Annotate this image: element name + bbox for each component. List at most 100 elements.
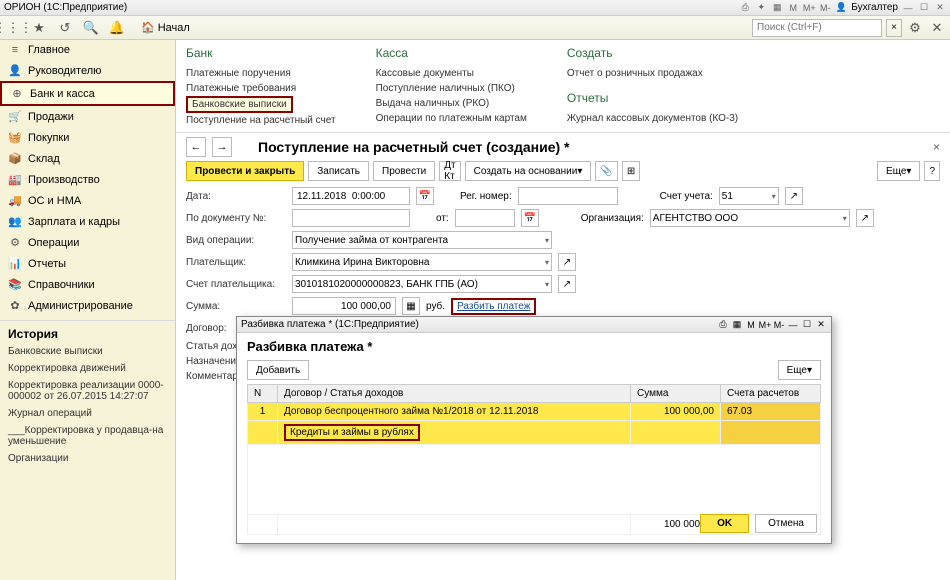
dlg-icon[interactable]: ⎙	[717, 319, 729, 331]
tool-icon[interactable]: ✦	[755, 2, 767, 14]
dlg-icon[interactable]: M+	[759, 319, 771, 331]
row-n[interactable]: 1	[248, 403, 278, 421]
mlink[interactable]: Журнал кассовых документов (КО-3)	[567, 111, 738, 126]
back-button[interactable]: ←	[186, 137, 206, 157]
sidebar-item[interactable]: 📊Отчеты	[0, 253, 175, 274]
mplus-icon[interactable]: M+	[803, 2, 815, 14]
sidebar-item[interactable]: ≡Главное	[0, 40, 175, 60]
gear-icon[interactable]: ⚙	[906, 19, 924, 37]
history-item[interactable]: Корректировка движений	[0, 360, 175, 377]
dlg-icon[interactable]: M	[745, 319, 757, 331]
row-sum[interactable]: 100 000,00	[631, 403, 721, 421]
account-select[interactable]: 51▾	[719, 187, 779, 205]
sidebar-item[interactable]: 🧺Покупки	[0, 127, 175, 148]
dlg-more-button[interactable]: Еще ▾	[778, 360, 821, 380]
mlink[interactable]: Операции по платежным картам	[376, 111, 527, 126]
main-toolbar: ⋮⋮⋮ ★ ↺ 🔍 🔔 🏠 Начал × ⚙ ✕	[0, 16, 950, 40]
more-button[interactable]: Еще ▾	[877, 161, 920, 181]
ok-button[interactable]: OK	[700, 514, 749, 533]
open-icon[interactable]: ↗	[856, 209, 874, 227]
search-clear[interactable]: ×	[886, 19, 902, 37]
bell-icon[interactable]: 🔔	[108, 19, 126, 37]
calendar-icon[interactable]: 📅	[521, 209, 539, 227]
sum-input[interactable]	[292, 297, 396, 315]
history-item[interactable]: Журнал операций	[0, 405, 175, 422]
split-payment-link[interactable]: Разбить платеж	[451, 298, 536, 315]
menu-create: Создать Отчет о розничных продажах Отчет…	[567, 46, 738, 128]
row-acc[interactable]: 67.03	[721, 403, 821, 421]
dlg-icon[interactable]: M-	[773, 319, 785, 331]
mminus-icon[interactable]: M-	[819, 2, 831, 14]
sidebar-item[interactable]: ⊕Банк и касса	[0, 81, 175, 106]
forward-button[interactable]: →	[212, 137, 232, 157]
print-icon[interactable]: ⎙	[739, 2, 751, 14]
mlink[interactable]: Поступление наличных (ПКО)	[376, 81, 527, 96]
zapisat-button[interactable]: Записать	[308, 161, 369, 181]
sidebar-item[interactable]: 📚Справочники	[0, 274, 175, 295]
history-item[interactable]: Корректировка реализации 0000-000002 от …	[0, 377, 175, 405]
home-button[interactable]: 🏠 Начал	[134, 18, 197, 37]
calc-icon[interactable]: ▦	[402, 297, 420, 315]
open-icon[interactable]: ↗	[558, 253, 576, 271]
sidebar-item[interactable]: 🛒Продажи	[0, 106, 175, 127]
sidebar-item[interactable]: 🚚ОС и НМА	[0, 190, 175, 211]
help-button[interactable]: ?	[924, 161, 940, 181]
mlink[interactable]: Поступление на расчетный счет	[186, 113, 336, 128]
calc-icon[interactable]: ▦	[771, 2, 783, 14]
attach-icon[interactable]: 📎	[595, 161, 617, 181]
payer-select[interactable]: Климкина Ирина Викторовна▾	[292, 253, 552, 271]
apps-icon[interactable]: ⋮⋮⋮	[4, 19, 22, 37]
row-dogovor[interactable]: Договор беспроцентного займа №1/2018 от …	[278, 403, 631, 421]
sidebar-item[interactable]: ✿Администрирование	[0, 295, 175, 316]
payer-acc-select[interactable]: 3010181020000000823, БАНК ГПБ (АО)▾	[292, 275, 552, 293]
close-icon[interactable]: ✕	[934, 2, 946, 14]
vid-select[interactable]: Получение займа от контрагента▾	[292, 231, 552, 249]
row-line2[interactable]: Кредиты и займы в рублях	[284, 424, 420, 441]
mlink[interactable]: Платежные поручения	[186, 66, 336, 81]
date-input[interactable]	[292, 187, 410, 205]
calendar-icon[interactable]: 📅	[416, 187, 434, 205]
add-button[interactable]: Добавить	[247, 360, 309, 380]
regnum-input[interactable]	[518, 187, 618, 205]
docnum-input[interactable]	[292, 209, 410, 227]
history-icon[interactable]: ↺	[56, 19, 74, 37]
nav-icon: 🏭	[8, 173, 22, 186]
dlg-icon[interactable]: ▦	[731, 319, 743, 331]
cancel-button[interactable]: Отмена	[755, 514, 817, 533]
minimize-icon[interactable]: —	[902, 2, 914, 14]
history-item[interactable]: ___Корректировка у продавца-на уменьшени…	[0, 422, 175, 450]
sidebar-item[interactable]: ⚙Операции	[0, 232, 175, 253]
dlg-close-icon[interactable]: ✕	[815, 319, 827, 331]
m-icon[interactable]: M	[787, 2, 799, 14]
dt-kt-icon[interactable]: ДтКт	[439, 161, 460, 181]
dialog-window-title: Разбивка платежа * (1С:Предприятие)	[241, 319, 419, 330]
mlink[interactable]: Платежные требования	[186, 81, 336, 96]
sidebar-item[interactable]: 📦Склад	[0, 148, 175, 169]
open-icon[interactable]: ↗	[785, 187, 803, 205]
excel-icon[interactable]: ⊞	[622, 161, 640, 181]
mlink-bank-statements[interactable]: Банковские выписки	[186, 96, 293, 113]
star-icon[interactable]: ★	[30, 19, 48, 37]
sidebar-item[interactable]: 👤Руководителю	[0, 60, 175, 81]
dlg-min-icon[interactable]: —	[787, 319, 799, 331]
provesti-zakryt-button[interactable]: Провести и закрыть	[186, 161, 304, 181]
docdate-input[interactable]	[455, 209, 515, 227]
history-item[interactable]: Банковские выписки	[0, 343, 175, 360]
sidebar-item[interactable]: 👥Зарплата и кадры	[0, 211, 175, 232]
search-input[interactable]	[752, 19, 882, 37]
sidebar-item[interactable]: 🏭Производство	[0, 169, 175, 190]
search-icon[interactable]: 🔍	[82, 19, 100, 37]
dlg-max-icon[interactable]: ☐	[801, 319, 813, 331]
provesti-button[interactable]: Провести	[373, 161, 435, 181]
maximize-icon[interactable]: ☐	[918, 2, 930, 14]
create-basis-button[interactable]: Создать на основании ▾	[465, 161, 592, 181]
form-close-icon[interactable]: ×	[933, 140, 940, 154]
history-item[interactable]: Организации	[0, 450, 175, 467]
org-select[interactable]: АГЕНТСТВО ООО▾	[650, 209, 850, 227]
mlink[interactable]: Кассовые документы	[376, 66, 527, 81]
mlink[interactable]: Отчет о розничных продажах	[567, 66, 738, 81]
close-panel-icon[interactable]: ✕	[928, 19, 946, 37]
nav-icon: ⊕	[10, 87, 24, 100]
open-icon[interactable]: ↗	[558, 275, 576, 293]
mlink[interactable]: Выдача наличных (РКО)	[376, 96, 527, 111]
